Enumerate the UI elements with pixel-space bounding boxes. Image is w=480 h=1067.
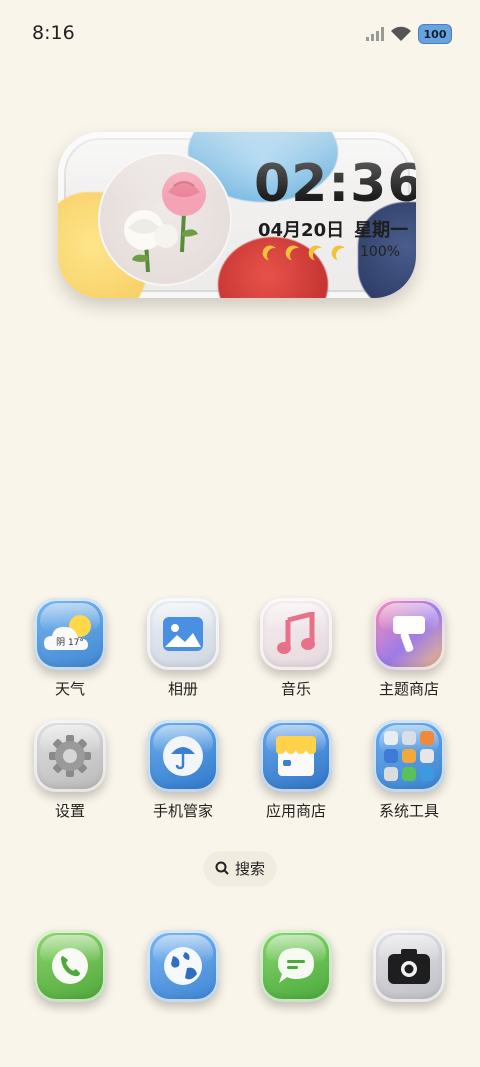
app-label: 相册 xyxy=(167,680,198,698)
signal-icon xyxy=(366,27,384,41)
music-icon xyxy=(260,598,332,670)
gallery-icon xyxy=(147,598,219,670)
browser-icon xyxy=(147,930,219,1002)
status-icons: 100 xyxy=(366,24,452,44)
search-label: 搜索 xyxy=(234,859,265,878)
dock-messages[interactable] xyxy=(246,930,346,1002)
app-theme-store[interactable]: 主题商店 xyxy=(359,598,459,699)
camera-icon xyxy=(373,930,445,1002)
rose-photo xyxy=(98,152,232,286)
system-tools-folder-icon xyxy=(373,720,445,792)
app-store-icon xyxy=(260,720,332,792)
phone-icon xyxy=(34,930,106,1002)
moon-phase-icons xyxy=(262,248,346,263)
folder-mini-icons xyxy=(384,731,434,781)
moon-icon xyxy=(333,245,353,265)
app-app-store[interactable]: 应用商店 xyxy=(246,720,346,821)
widget-battery-pct: 100% xyxy=(360,244,401,260)
search-button[interactable]: 搜索 xyxy=(204,851,276,885)
dock-browser[interactable] xyxy=(133,930,233,1002)
rose-icon xyxy=(124,172,206,273)
app-gallery[interactable]: 相册 xyxy=(133,598,233,699)
widget-clock-time: 02:36 xyxy=(254,154,416,214)
app-system-tools-folder[interactable]: 系统工具 xyxy=(359,720,459,821)
settings-icon xyxy=(34,720,106,792)
app-label: 设置 xyxy=(54,802,85,820)
moon-icon xyxy=(310,245,330,265)
app-label: 主题商店 xyxy=(378,680,439,698)
app-music[interactable]: 音乐 xyxy=(246,598,346,699)
app-label: 系统工具 xyxy=(378,802,439,820)
app-weather[interactable]: 阴 17° 天气 xyxy=(20,598,120,699)
widget-weekday: 星期一 xyxy=(354,220,409,241)
dock-phone[interactable] xyxy=(20,930,120,1002)
widget-date-line: 04月20日 星期一 xyxy=(258,216,408,242)
messages-icon xyxy=(260,930,332,1002)
phone-manager-icon xyxy=(147,720,219,792)
moon-icon xyxy=(264,245,284,265)
app-phone-manager[interactable]: 手机管家 xyxy=(133,720,233,821)
decor-red-blob xyxy=(218,237,328,298)
battery-indicator: 100 xyxy=(418,24,452,44)
weather-icon: 阴 17° xyxy=(34,598,106,670)
theme-store-icon xyxy=(373,598,445,670)
app-label: 天气 xyxy=(54,680,85,698)
moon-icon xyxy=(287,245,307,265)
search-icon xyxy=(215,861,229,875)
app-label: 音乐 xyxy=(280,680,311,698)
app-settings[interactable]: 设置 xyxy=(20,720,120,821)
app-label: 应用商店 xyxy=(265,802,326,820)
weather-icon-text: 阴 17° xyxy=(56,638,84,648)
dock-camera[interactable] xyxy=(359,930,459,1002)
status-time: 8:16 xyxy=(32,22,75,44)
wifi-icon xyxy=(391,26,411,41)
clock-widget[interactable]: 02:36 04月20日 星期一 100% xyxy=(58,132,416,298)
app-label: 手机管家 xyxy=(152,802,213,820)
widget-date: 04月20日 xyxy=(258,220,345,241)
